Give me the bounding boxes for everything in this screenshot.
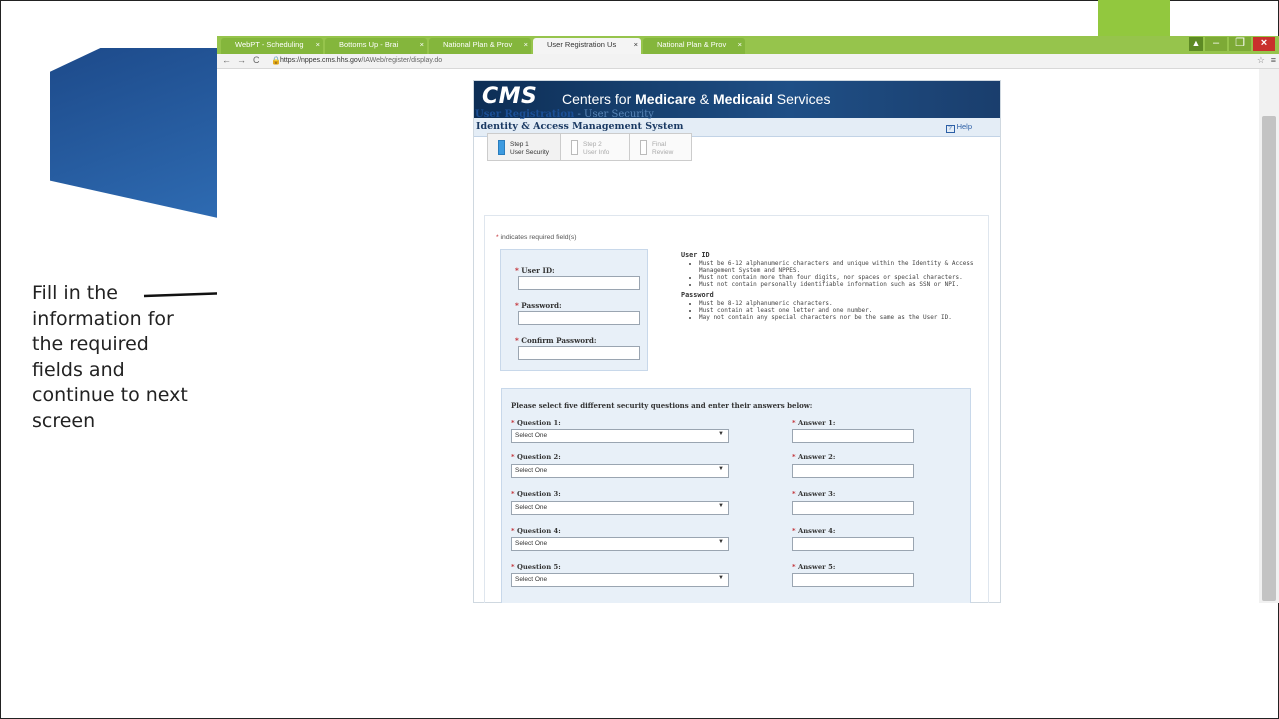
select-value: Select One <box>515 540 548 547</box>
answer-1-label: * Answer 1: <box>792 419 835 427</box>
answer-label-text: Answer 2: <box>797 453 836 461</box>
answer-label-text: Answer 3: <box>797 490 836 498</box>
vertical-scrollbar[interactable] <box>1259 69 1279 603</box>
forward-icon[interactable]: → <box>237 55 246 65</box>
answer-2-label: * Answer 2: <box>792 453 835 461</box>
select-value: Select One <box>515 504 548 511</box>
answer-label-text: Answer 5: <box>797 563 836 571</box>
decorative-green-square <box>1098 0 1170 38</box>
tab-label: WebPT - Scheduling <box>235 40 304 49</box>
answer-3-input[interactable] <box>792 501 914 515</box>
question-2-label: * Question 2: <box>511 453 561 461</box>
dropdown-arrow-icon: ▼ <box>718 575 724 581</box>
question-3-select[interactable]: Select One ▼ <box>511 501 729 515</box>
question-2-select[interactable]: Select One ▼ <box>511 464 729 478</box>
minimize-icon[interactable]: – <box>1205 37 1227 51</box>
answer-label-text: Answer 4: <box>797 527 836 535</box>
answer-5-label: * Answer 5: <box>792 563 835 571</box>
select-value: Select One <box>515 432 548 439</box>
user-profile-icon[interactable]: ▲ <box>1189 37 1203 51</box>
tab-close-icon[interactable]: × <box>420 40 424 49</box>
question-5-select[interactable]: Select One ▼ <box>511 573 729 587</box>
answer-4-label: * Answer 4: <box>792 527 835 535</box>
question-label-text: Question 1: <box>516 419 561 427</box>
required-star: * <box>511 563 515 571</box>
close-window-icon[interactable]: × <box>1253 37 1275 51</box>
answer-4-input[interactable] <box>792 537 914 551</box>
question-label-text: Question 4: <box>516 527 561 535</box>
required-star: * <box>792 453 796 461</box>
reload-icon[interactable]: C <box>253 55 260 65</box>
question-3-label: * Question 3: <box>511 490 561 498</box>
question-5-label: * Question 5: <box>511 563 561 571</box>
address-bar[interactable]: https://nppes.cms.hhs.gov/IAWeb/register… <box>280 57 442 64</box>
scrollbar-thumb[interactable] <box>1262 116 1276 601</box>
answer-3-label: * Answer 3: <box>792 490 835 498</box>
answer-2-input[interactable] <box>792 464 914 478</box>
dropdown-arrow-icon: ▼ <box>718 466 724 472</box>
required-star: * <box>511 490 515 498</box>
required-star: * <box>511 453 515 461</box>
restore-icon[interactable]: ❐ <box>1229 37 1251 51</box>
tab-webpt-scheduling[interactable]: WebPT - Scheduling × <box>221 38 323 54</box>
tab-close-icon[interactable]: × <box>316 40 320 49</box>
url-host: https://nppes.cms.hhs.gov <box>280 57 362 64</box>
slide-caption: Fill in the information for the required… <box>32 282 188 432</box>
required-star: * <box>511 419 515 427</box>
tab-bottoms-up[interactable]: Bottoms Up - Brai × <box>325 38 427 54</box>
required-star: * <box>792 490 796 498</box>
question-4-select[interactable]: Select One ▼ <box>511 537 729 551</box>
question-1-label: * Question 1: <box>511 419 561 427</box>
question-4-label: * Question 4: <box>511 527 561 535</box>
browser-screenshot: WebPT - Scheduling × Bottoms Up - Brai × N… <box>217 36 1279 603</box>
bookmark-star-icon[interactable]: ☆ <box>1257 55 1265 66</box>
tab-label: Bottoms Up - Brai <box>339 40 399 49</box>
answer-1-input[interactable] <box>792 429 914 443</box>
back-icon[interactable]: ← <box>222 55 231 65</box>
question-1-select[interactable]: Select One ▼ <box>511 429 729 443</box>
security-questions: * Question 1: Select One ▼ * Answer 1: * … <box>476 36 996 603</box>
select-value: Select One <box>515 467 548 474</box>
dropdown-arrow-icon: ▼ <box>718 431 724 437</box>
answer-5-input[interactable] <box>792 573 914 587</box>
required-star: * <box>792 563 796 571</box>
dropdown-arrow-icon: ▼ <box>718 503 724 509</box>
dropdown-arrow-icon: ▼ <box>718 539 724 545</box>
required-star: * <box>511 527 515 535</box>
url-path: /IAWeb/register/display.do <box>361 57 443 64</box>
select-value: Select One <box>515 576 548 583</box>
answer-label-text: Answer 1: <box>797 419 836 427</box>
required-star: * <box>792 527 796 535</box>
question-label-text: Question 5: <box>516 563 561 571</box>
window-controls: ▲ – ❐ × <box>1189 37 1275 53</box>
question-label-text: Question 3: <box>516 490 561 498</box>
menu-icon[interactable]: ≡ <box>1271 55 1276 65</box>
question-label-text: Question 2: <box>516 453 561 461</box>
required-star: * <box>792 419 796 427</box>
